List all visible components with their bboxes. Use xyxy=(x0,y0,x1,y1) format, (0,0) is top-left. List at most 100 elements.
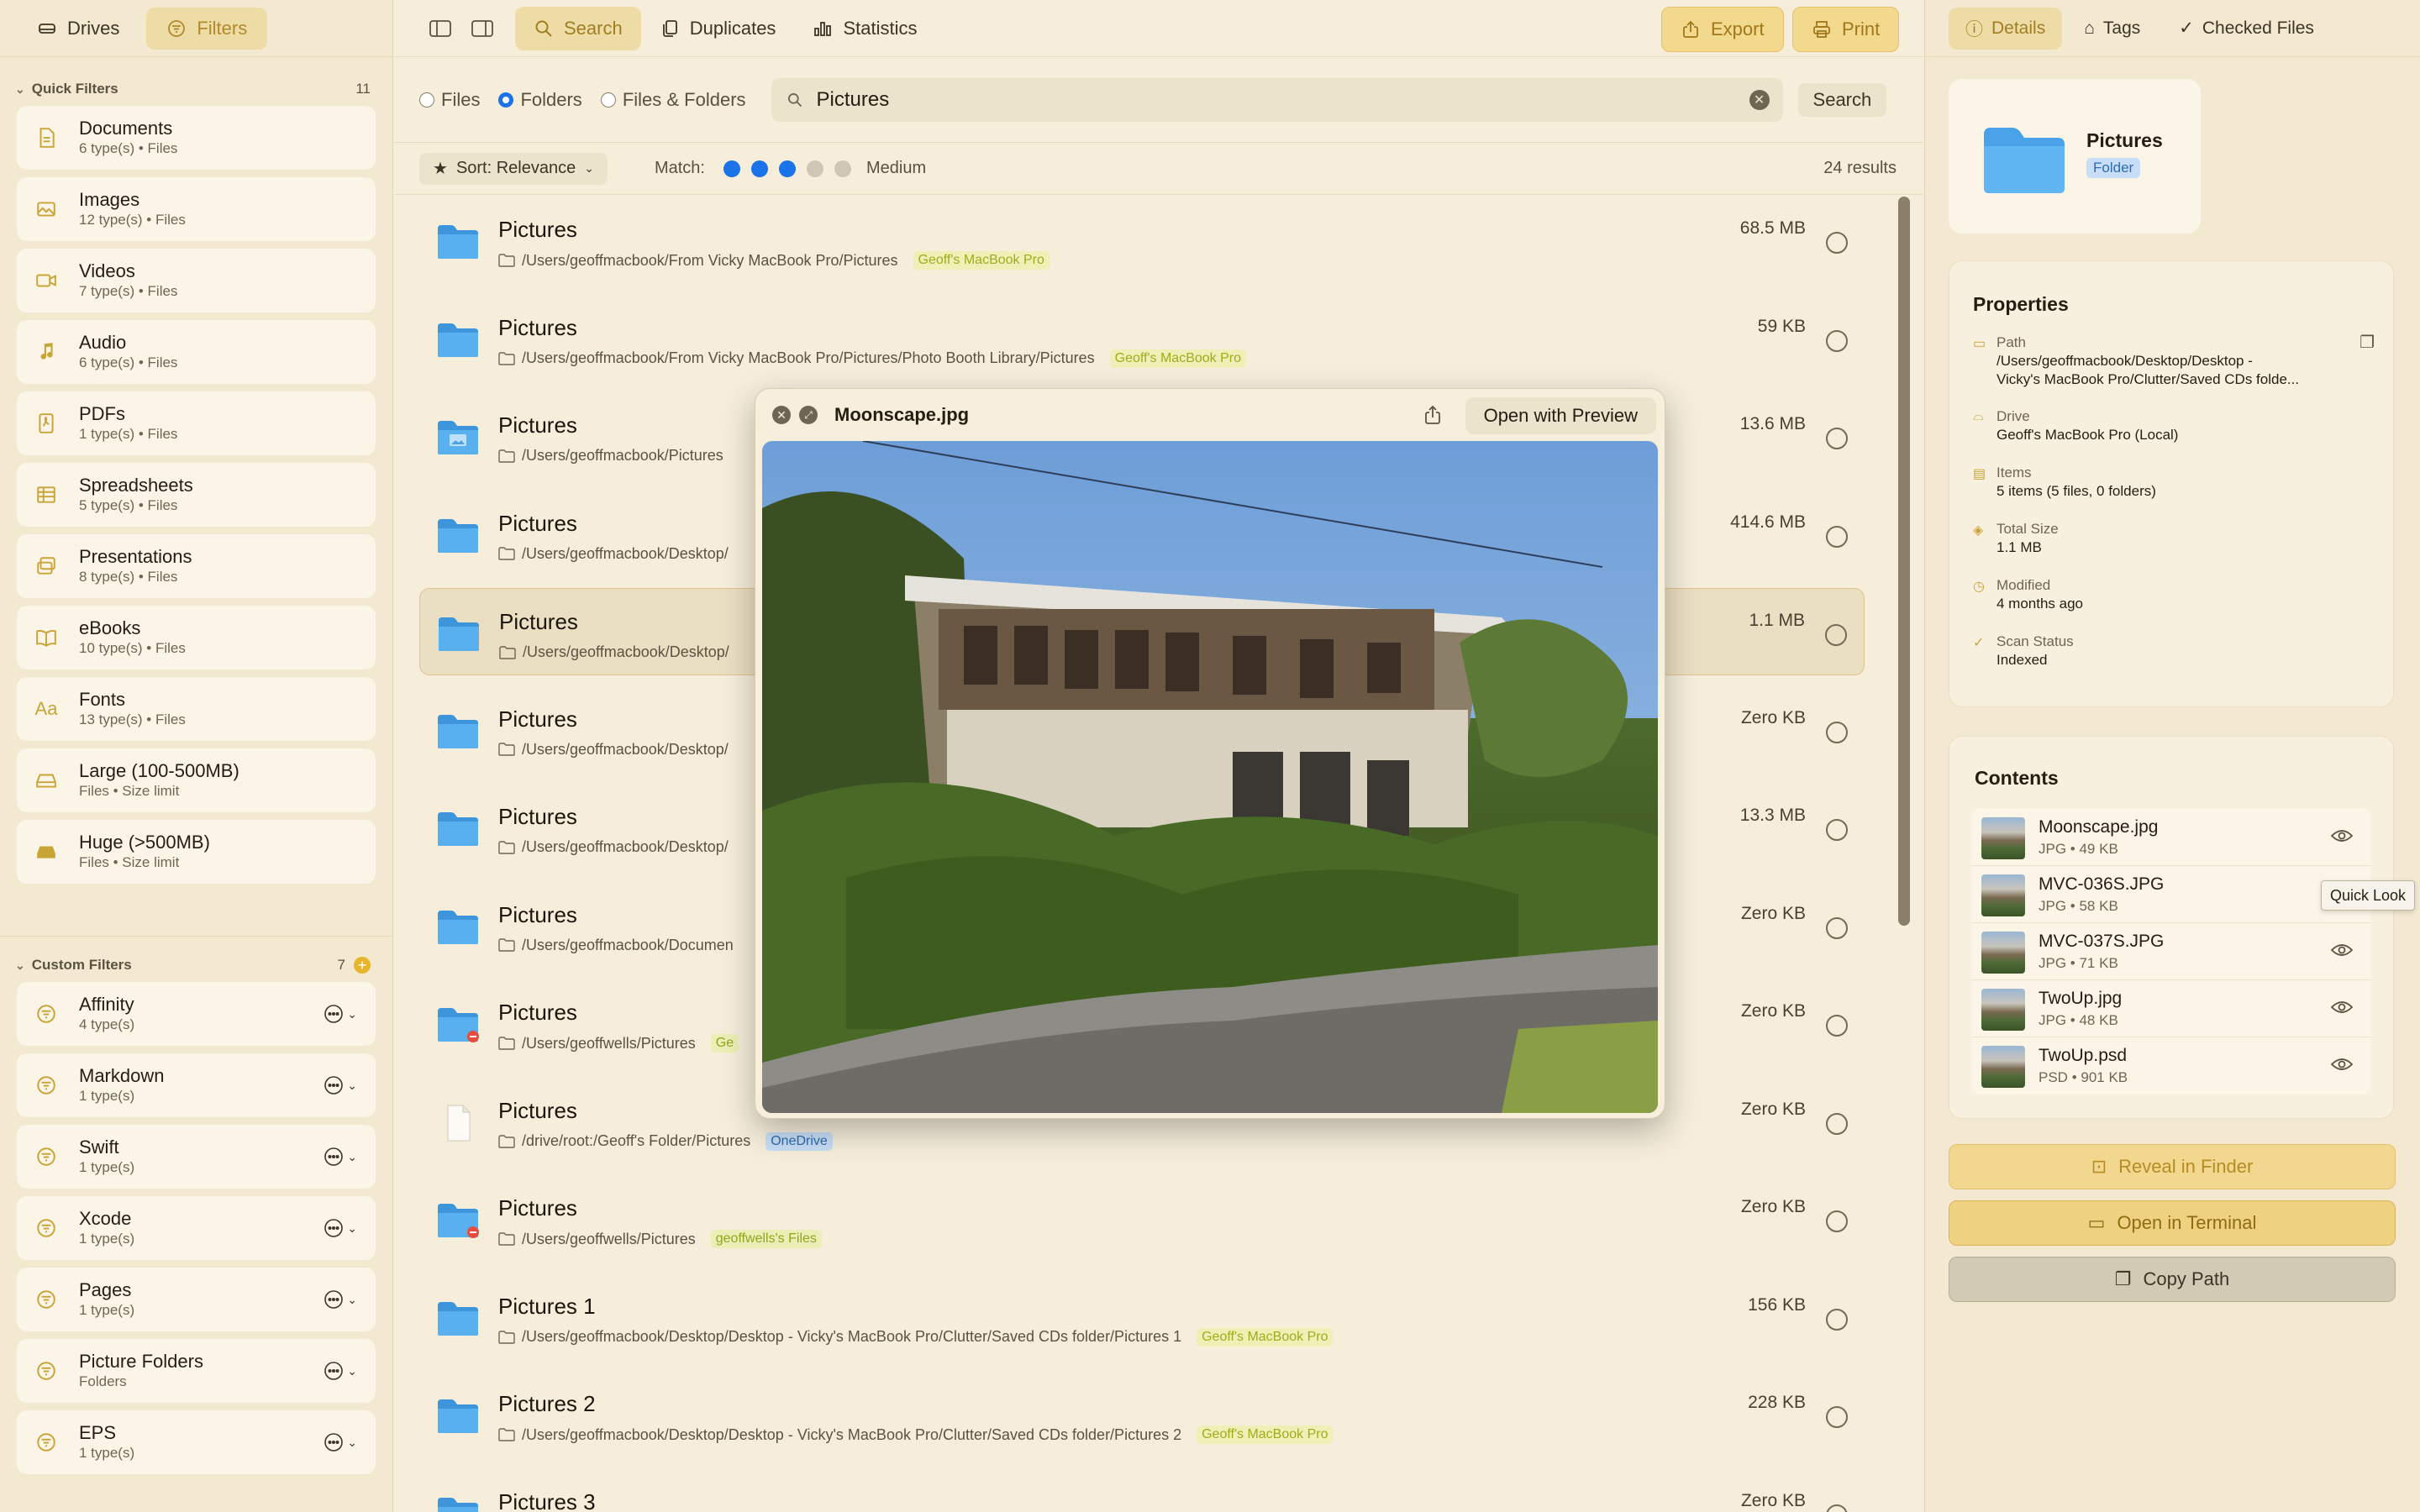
quick-filter-item[interactable]: Large (100-500MB) Files • Size limit xyxy=(17,748,376,812)
match-level-dot[interactable] xyxy=(723,160,740,177)
custom-filter-item[interactable]: Markdown 1 type(s) ⌄ xyxy=(17,1053,376,1117)
quick-filter-item[interactable]: Huge (>500MB) Files • Size limit xyxy=(17,820,376,884)
more-options-icon[interactable]: ⌄ xyxy=(324,1004,357,1024)
result-row[interactable]: Pictures/Users/geoffmacbook/From Vicky M… xyxy=(419,197,1865,284)
eye-icon[interactable] xyxy=(2330,999,2354,1020)
reveal-in-finder-button[interactable]: ⊡ Reveal in Finder xyxy=(1949,1144,2396,1189)
quick-filter-item[interactable]: Audio 6 type(s) • Files xyxy=(17,320,376,384)
result-checkbox[interactable] xyxy=(1825,624,1847,646)
more-options-icon[interactable]: ⌄ xyxy=(324,1289,357,1310)
custom-filter-item[interactable]: Swift 1 type(s) ⌄ xyxy=(17,1125,376,1189)
custom-filter-item[interactable]: Pages 1 type(s) ⌄ xyxy=(17,1268,376,1331)
share-icon[interactable] xyxy=(1423,404,1443,430)
sort-dropdown[interactable]: ★ Sort: Relevance ⌄ xyxy=(419,152,608,185)
result-checkbox[interactable] xyxy=(1826,1308,1848,1331)
quick-filter-item[interactable]: Documents 6 type(s) • Files xyxy=(17,106,376,170)
copy-path-button[interactable]: ❐ Copy Path xyxy=(1949,1257,2396,1302)
match-level-dot[interactable] xyxy=(779,160,796,177)
quick-filters-header[interactable]: ⌄ Quick Filters 11 xyxy=(0,72,392,106)
result-checkbox[interactable] xyxy=(1826,1406,1848,1428)
toggle-sidebar-right-icon[interactable] xyxy=(461,8,503,50)
open-in-terminal-button[interactable]: ▭ Open in Terminal xyxy=(1949,1200,2396,1246)
custom-filter-item[interactable]: EPS 1 type(s) ⌄ xyxy=(17,1410,376,1474)
add-filter-icon[interactable]: + xyxy=(354,957,371,974)
result-row[interactable]: Pictures/Users/geoffwells/Pictures geoffw… xyxy=(419,1175,1865,1263)
custom-filter-item[interactable]: Xcode 1 type(s) ⌄ xyxy=(17,1196,376,1260)
more-options-icon[interactable]: ⌄ xyxy=(324,1361,357,1381)
result-row[interactable]: Pictures 1/Users/geoffmacbook/Desktop/De… xyxy=(419,1273,1865,1361)
tab-duplicates[interactable]: Duplicates xyxy=(641,7,795,50)
quick-filter-item[interactable]: Aa Fonts 13 type(s) • Files xyxy=(17,677,376,741)
eye-icon[interactable] xyxy=(2330,827,2354,848)
print-button[interactable]: Print xyxy=(1792,7,1900,52)
result-row[interactable]: Pictures 3 Zero KB xyxy=(419,1469,1865,1512)
result-checkbox[interactable] xyxy=(1826,1504,1848,1512)
quick-filter-item[interactable]: Images 12 type(s) • Files xyxy=(17,177,376,241)
export-button[interactable]: Export xyxy=(1661,7,1784,52)
radio-button[interactable] xyxy=(419,92,434,108)
result-checkbox[interactable] xyxy=(1826,1015,1848,1037)
quick-filter-item[interactable]: Spreadsheets 5 type(s) • Files xyxy=(17,463,376,527)
quick-filter-item[interactable]: Videos 7 type(s) • Files xyxy=(17,249,376,312)
toggle-sidebar-left-icon[interactable] xyxy=(419,8,461,50)
eye-icon[interactable] xyxy=(2330,1056,2354,1077)
content-item[interactable]: MVC-037S.JPG JPG • 71 KB xyxy=(1971,923,2371,980)
quick-filter-item[interactable]: eBooks 10 type(s) • Files xyxy=(17,606,376,669)
eye-icon[interactable] xyxy=(2330,942,2354,963)
tab-tags[interactable]: ⌂ Tags xyxy=(2067,8,2157,50)
open-with-preview-button[interactable]: Open with Preview xyxy=(1465,397,1656,434)
tab-checked-files[interactable]: ✓ Checked Files xyxy=(2162,8,2331,50)
scope-option[interactable]: Folders xyxy=(498,89,582,111)
result-path-text: /Users/geoffwells/Pictures xyxy=(522,1230,696,1247)
scrollbar-thumb[interactable] xyxy=(1898,197,1910,926)
radio-button[interactable] xyxy=(498,92,514,108)
search-field[interactable]: ✕ xyxy=(771,77,1783,122)
result-checkbox[interactable] xyxy=(1826,721,1848,743)
tab-filters[interactable]: Filters xyxy=(146,7,268,50)
search-button[interactable]: Search xyxy=(1797,82,1887,117)
match-level-dot[interactable] xyxy=(751,160,768,177)
copy-path-icon[interactable]: ❐ xyxy=(2360,332,2375,353)
custom-filter-item[interactable]: Affinity 4 type(s) ⌄ xyxy=(17,982,376,1046)
tab-drives[interactable]: Drives xyxy=(17,8,139,50)
close-icon[interactable]: ✕ xyxy=(772,406,791,424)
content-item[interactable]: MVC-036S.JPG JPG • 58 KB xyxy=(1971,866,2371,923)
scope-option[interactable]: Files xyxy=(419,89,480,111)
content-item[interactable]: Moonscape.jpg JPG • 49 KB xyxy=(1971,809,2371,866)
clear-search-icon[interactable]: ✕ xyxy=(1749,89,1770,110)
more-options-icon[interactable]: ⌄ xyxy=(324,1432,357,1452)
result-checkbox[interactable] xyxy=(1826,329,1848,352)
result-checkbox[interactable] xyxy=(1826,1210,1848,1232)
tab-details[interactable]: ⓘ Details xyxy=(1949,7,2063,50)
tab-statistics[interactable]: Statistics xyxy=(794,7,935,50)
quick-filter-item[interactable]: PDFs 1 type(s) • Files xyxy=(17,391,376,455)
fullscreen-icon[interactable]: ⤢ xyxy=(799,406,818,424)
quick-filter-item[interactable]: Presentations 8 type(s) • Files xyxy=(17,534,376,598)
more-options-icon[interactable]: ⌄ xyxy=(324,1147,357,1167)
more-options-icon[interactable]: ⌄ xyxy=(324,1075,357,1095)
result-checkbox[interactable] xyxy=(1826,232,1848,254)
copy-icon: ❐ xyxy=(2114,1268,2132,1289)
radio-button[interactable] xyxy=(600,92,616,108)
content-item[interactable]: TwoUp.psd PSD • 901 KB xyxy=(1971,1037,2371,1095)
result-checkbox[interactable] xyxy=(1826,1112,1848,1135)
scope-option[interactable]: Files & Folders xyxy=(600,89,746,111)
custom-filter-item[interactable]: Picture Folders Folders ⌄ xyxy=(17,1339,376,1403)
match-level-dot[interactable] xyxy=(807,160,823,177)
result-checkbox[interactable] xyxy=(1826,525,1848,548)
folder-icon xyxy=(436,1006,480,1043)
results-scrollbar[interactable] xyxy=(1898,197,1910,1512)
result-row[interactable]: Pictures/Users/geoffmacbook/From Vicky M… xyxy=(419,295,1865,382)
content-item[interactable]: TwoUp.jpg JPG • 48 KB xyxy=(1971,980,2371,1037)
more-options-icon[interactable]: ⌄ xyxy=(324,1218,357,1238)
result-checkbox[interactable] xyxy=(1826,819,1848,841)
filter-icon xyxy=(34,1215,59,1241)
search-input[interactable] xyxy=(816,87,1724,112)
result-checkbox[interactable] xyxy=(1826,916,1848,939)
property-path: ▭ Path /Users/geoffmacbook/Desktop/Deskt… xyxy=(1973,333,2299,389)
result-row[interactable]: Pictures 2/Users/geoffmacbook/Desktop/De… xyxy=(419,1371,1865,1458)
tab-search[interactable]: Search xyxy=(515,6,641,50)
match-level-dot[interactable] xyxy=(834,160,851,177)
result-checkbox[interactable] xyxy=(1826,428,1848,449)
custom-filters-header[interactable]: ⌄ Custom Filters 7 + xyxy=(0,948,392,982)
